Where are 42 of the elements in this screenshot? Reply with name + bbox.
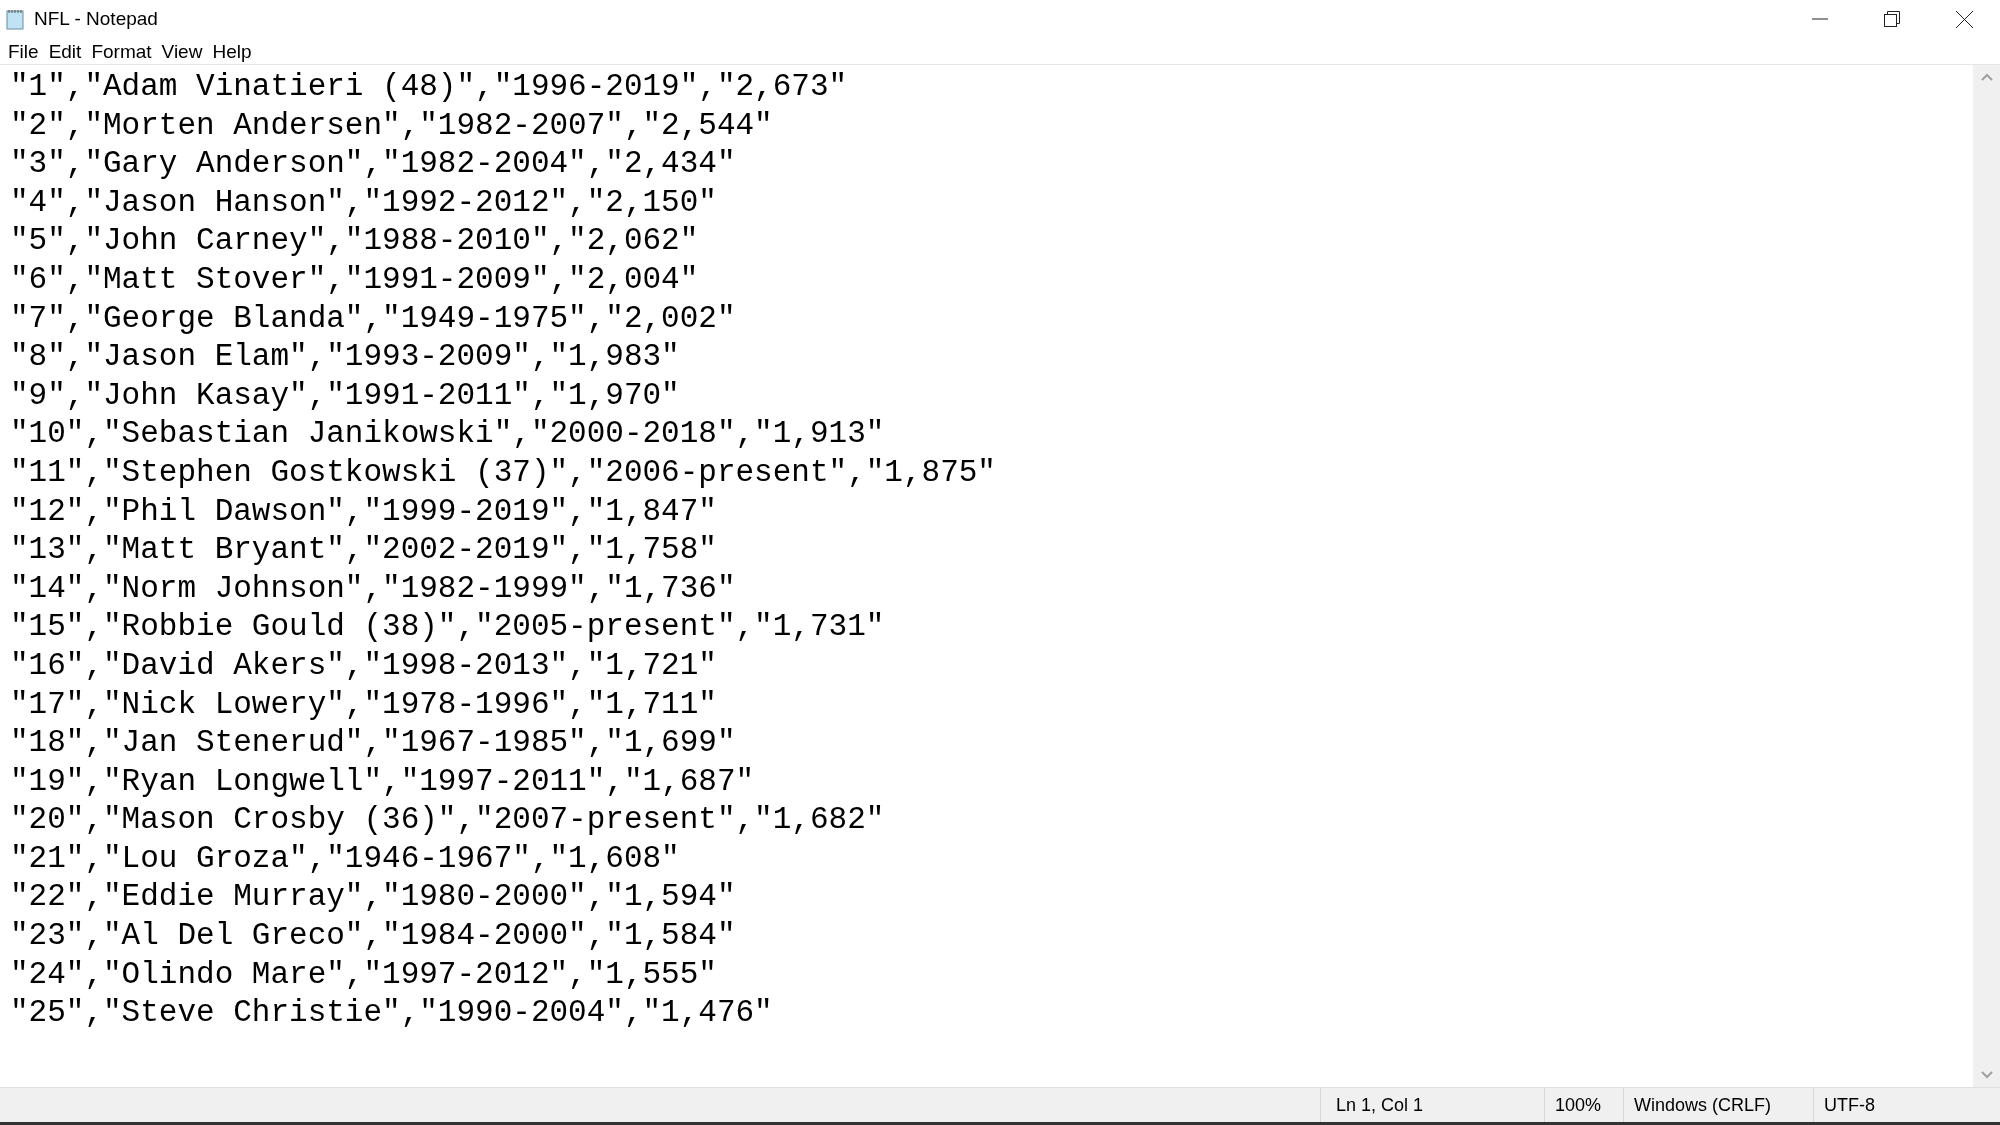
text-line: "2","Morten Andersen","1982-2007","2,544" [10,106,773,145]
text-line: "5","John Carney","1988-2010","2,062" [10,222,699,261]
text-line: "1","Adam Vinatieri (48)","1996-2019","2,673" [10,68,848,106]
text-line: "24","Olindo Mare","1997-2012","1,555" [10,955,717,994]
text-line: "16","David Akers","1998-2013","1,721" [10,646,717,685]
text-line: "19","Ryan Longwell","1997-2011","1,687" [10,762,755,801]
menu-item[interactable]: Edit [43,37,87,65]
minimize-icon [1812,18,1828,20]
text-line: "14","Norm Johnson","1982-1999","1,736" [10,569,736,608]
menu-item[interactable]: Help [207,37,257,65]
text-line: "13","Matt Bryant","2002-2019","1,758" [10,531,717,570]
scroll-up-icon[interactable] [1980,73,1993,81]
text-line: "18","Jan Stenerud","1967-1985","1,699" [10,724,736,763]
text-line: "8","Jason Elam","1993-2009","1,983" [10,338,680,377]
text-line: "15","Robbie Gould (38)","2005-present","1,731" [10,608,885,647]
text-line: "12","Phil Dawson","1999-2019","1,847" [10,492,717,531]
text-line: "25","Steve Christie","1990-2004","1,476" [10,994,773,1033]
notepad-icon [4,8,26,30]
close-icon [1955,10,1973,28]
text-line: "4","Jason Hanson","1992-2012","2,150" [10,183,717,222]
line-ending: Windows (CRLF) [1624,1088,1814,1122]
text-line: "11","Stephen Gostkowski (37)","2006-present","1,875" [10,453,996,492]
encoding: UTF-8 [1823,1093,1876,1117]
text-line: "10","Sebastian Janikowski","2000-2018","1,913" [10,415,885,454]
text-line: "3","Gary Anderson","1982-2004","2,434" [10,145,736,184]
menu-item[interactable]: View [156,37,208,65]
text-line: "9","John Kasay","1991-2011","1,970" [10,376,680,415]
zoom-level: 100% [1545,1088,1624,1122]
text-line: "20","Mason Crosby (36)","2007-present","1,682" [10,801,885,840]
text-line: "22","Eddie Murray","1980-2000","1,594" [10,878,736,917]
window-title: NFL - Notepad [34,6,158,31]
text-line: "17","Nick Lowery","1978-1996","1,711" [10,685,717,724]
text-line: "23","Al Del Greco","1984-2000","1,584" [10,917,736,956]
menu-item[interactable]: File [3,37,44,65]
text-line: "21","Lou Groza","1946-1967","1,608" [10,839,680,878]
scroll-down-icon[interactable] [1980,1071,1993,1079]
menu-item[interactable]: Format [86,37,157,65]
text-line: "7","George Blanda","1949-1975","2,002" [10,299,736,338]
cursor-position: Ln 1, Col 1 [1321,1088,1545,1122]
text-line: "6","Matt Stover","1991-2009","2,004" [10,260,699,299]
vertical-scrollbar[interactable] [1973,65,2000,1087]
restore-icon [1884,11,1900,27]
